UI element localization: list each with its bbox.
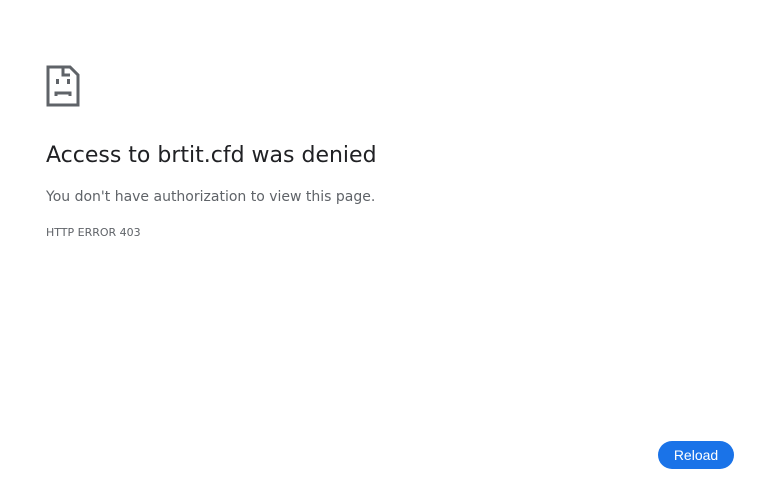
error-title: Access to brtit.cfd was denied [46, 143, 377, 168]
sad-page-icon [46, 65, 80, 107]
error-message: You don't have authorization to view thi… [46, 189, 376, 205]
reload-button[interactable]: Reload [658, 441, 734, 469]
error-code: HTTP ERROR 403 [46, 226, 141, 239]
